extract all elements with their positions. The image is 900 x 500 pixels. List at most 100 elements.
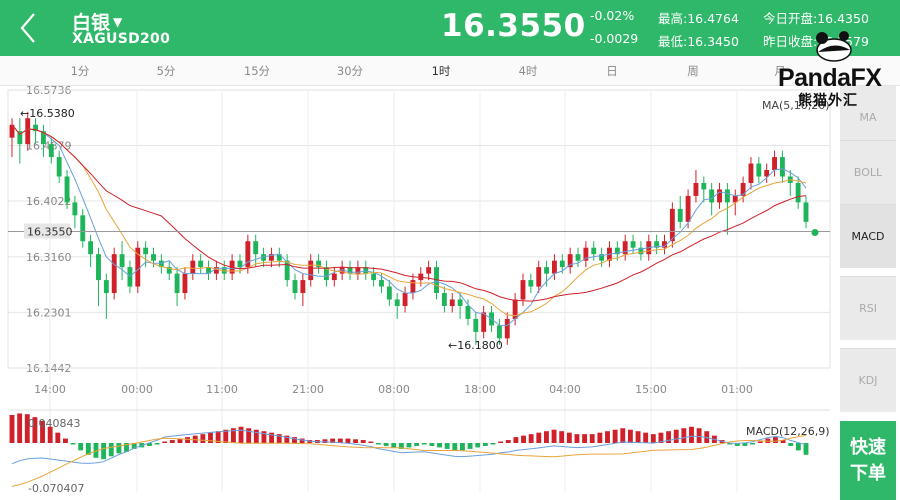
macd-bar	[208, 432, 213, 443]
candle	[803, 202, 809, 222]
candle	[441, 293, 447, 306]
macd-bar	[757, 441, 763, 443]
macd-top-label: 0.040843	[28, 417, 81, 430]
macd-bar	[612, 429, 618, 443]
candle	[96, 254, 101, 281]
macd-bar	[421, 443, 427, 445]
quick-order-button[interactable]: 快速 下单	[840, 421, 896, 500]
candle	[693, 182, 699, 196]
candle	[174, 273, 180, 294]
y-tick-label: 16.3160	[26, 251, 72, 264]
macd-bar	[627, 429, 633, 443]
macd-bar	[528, 434, 534, 443]
candle	[379, 280, 384, 287]
macd-bar	[498, 441, 504, 443]
candle	[520, 280, 526, 300]
candle	[709, 189, 715, 203]
x-tick-label: 01:00	[721, 383, 753, 396]
macd-bar	[63, 438, 68, 443]
macd-bar	[376, 443, 381, 445]
ma5-line	[11, 124, 807, 326]
current-price: 16.3550	[441, 8, 586, 44]
macd-bar	[582, 434, 588, 443]
tab-1hour[interactable]: 1时	[421, 56, 461, 86]
candle	[386, 286, 392, 300]
macd-bar	[437, 443, 442, 448]
candle	[143, 247, 149, 255]
back-icon[interactable]	[14, 10, 44, 46]
macd-bar	[750, 443, 755, 445]
candle	[717, 189, 722, 203]
macd-bar	[513, 437, 519, 443]
indicator-rsi-button[interactable]: RSI	[840, 276, 896, 340]
candle	[504, 318, 510, 339]
macd-bar	[696, 428, 702, 443]
macd-bottom-label: -0.070407	[28, 482, 84, 495]
macd-bar	[559, 431, 565, 443]
macd-bar	[635, 431, 641, 443]
high-stat: 最高:16.4764	[658, 8, 739, 27]
macd-bar	[200, 434, 206, 443]
macd-bar	[154, 443, 160, 445]
tab-5min[interactable]: 5分	[146, 56, 186, 86]
macd-bar	[55, 432, 61, 443]
candle	[551, 260, 557, 274]
x-tick-label: 21:00	[292, 383, 324, 396]
macd-bar	[475, 443, 481, 448]
macd-bar	[368, 441, 374, 443]
candle	[48, 144, 54, 158]
macd-legend: MACD(12,26,9)	[746, 425, 830, 438]
candle	[72, 202, 78, 216]
macd-bar	[169, 440, 175, 443]
x-tick-label: 00:00	[121, 383, 153, 396]
macd-bar	[429, 443, 435, 446]
candle	[748, 163, 754, 183]
macd-bar	[597, 432, 603, 443]
symbol-code: XAGUSD200	[72, 31, 171, 47]
y-tick-label: 16.5736	[26, 86, 72, 97]
candle	[64, 176, 70, 203]
candle	[25, 118, 31, 145]
macd-bar	[566, 432, 572, 443]
macd-bar	[406, 443, 412, 448]
candle	[449, 299, 455, 306]
macd-bar	[643, 432, 649, 443]
tab-15min[interactable]: 15分	[237, 56, 277, 86]
macd-bar	[246, 428, 252, 443]
indicator-kdj-button[interactable]: KDJ	[840, 348, 896, 412]
candle	[253, 241, 259, 255]
macd-bar	[101, 443, 107, 460]
macd-bar	[383, 443, 389, 446]
macd-bar	[70, 443, 76, 445]
tab-4hour[interactable]: 4时	[508, 56, 548, 86]
candle	[56, 157, 62, 177]
candle	[496, 325, 502, 339]
candle	[544, 267, 550, 274]
indicator-macd-button[interactable]: MACD	[840, 204, 896, 268]
candlestick-chart[interactable]: 16.573616.487916.402216.316016.230116.14…	[0, 86, 838, 500]
caret-down-icon: ▼	[113, 15, 123, 29]
low-label: 最低:	[658, 34, 688, 49]
candle	[292, 280, 298, 294]
tab-30min[interactable]: 30分	[330, 56, 370, 86]
macd-bar	[574, 434, 580, 443]
macd-bar	[452, 443, 458, 451]
macd-bar	[108, 443, 114, 457]
macd-bar	[666, 431, 672, 443]
indicator-boll-button[interactable]: BOLL	[840, 140, 896, 204]
macd-bar	[360, 440, 366, 443]
candle	[127, 267, 133, 287]
quick-order-label-1: 快速	[850, 437, 886, 458]
tab-1min[interactable]: 1分	[60, 56, 100, 86]
macd-bar	[536, 432, 542, 443]
macd-bar	[444, 443, 450, 449]
macd-bar	[414, 443, 420, 446]
tab-day[interactable]: 日	[592, 56, 632, 86]
macd-bar	[467, 443, 473, 449]
tab-week[interactable]: 周	[673, 56, 713, 86]
x-tick-label: 04:00	[549, 383, 581, 396]
candle	[237, 260, 243, 268]
low-value: 16.3450	[687, 34, 739, 49]
candle	[410, 280, 416, 294]
macd-bar	[505, 440, 511, 443]
